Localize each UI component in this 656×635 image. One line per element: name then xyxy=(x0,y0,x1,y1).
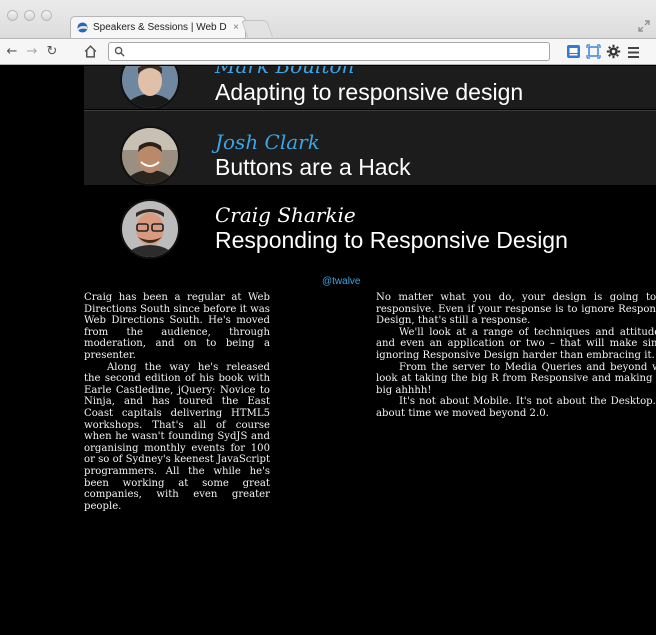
talk-title[interactable]: Responding to Responsive Design xyxy=(215,227,568,254)
speaker-name[interactable]: Craig Sharkie xyxy=(215,203,356,227)
tab-title: Speakers & Sessions | Web D xyxy=(93,22,227,33)
fullscreen-icon[interactable] xyxy=(638,20,650,32)
tab-close-icon[interactable]: × xyxy=(233,22,239,33)
speaker-bio: Craig has been a regular at Web Directio… xyxy=(84,292,270,512)
extension-icon[interactable] xyxy=(566,44,581,59)
favicon-icon xyxy=(77,22,88,33)
forward-arrow-icon[interactable]: → xyxy=(24,43,40,59)
session-description: No matter what you do, your design is go… xyxy=(376,292,656,420)
session-josh-clark[interactable]: Josh Clark Buttons are a Hack xyxy=(84,110,656,185)
bio-paragraph: Craig has been a regular at Web Directio… xyxy=(84,292,270,361)
session-craig-sharkie[interactable]: Craig Sharkie Responding to Responsive D… xyxy=(84,185,656,263)
bio-paragraph: Along the way he's released the second e… xyxy=(84,361,270,512)
menu-icon[interactable] xyxy=(626,45,641,60)
close-window-button[interactable] xyxy=(7,10,18,21)
description-paragraph: It's not about Mobile. It's not about th… xyxy=(376,396,656,419)
speaker-avatar-craig-sharkie xyxy=(122,201,178,257)
speaker-avatar-josh-clark xyxy=(122,128,178,184)
new-tab-button[interactable] xyxy=(240,20,274,37)
home-icon[interactable] xyxy=(83,44,98,59)
settings-gear-icon[interactable] xyxy=(606,44,621,59)
browser-tab[interactable]: Speakers & Sessions | Web D × xyxy=(70,16,246,38)
session-mark-boulton[interactable]: Mark Boulton Adapting to responsive desi… xyxy=(84,66,656,109)
back-arrow-icon[interactable]: ← xyxy=(4,43,20,59)
window-controls xyxy=(7,10,52,21)
responsive-frame-icon[interactable] xyxy=(586,44,601,59)
zoom-window-button[interactable] xyxy=(41,10,52,21)
minimize-window-button[interactable] xyxy=(24,10,35,21)
speaker-name[interactable]: Josh Clark xyxy=(215,130,320,154)
talk-title[interactable]: Buttons are a Hack xyxy=(215,154,411,181)
description-paragraph: From the server to Media Queries and bey… xyxy=(376,361,656,396)
twitter-handle-link[interactable]: @twalve xyxy=(322,276,361,287)
talk-title[interactable]: Adapting to responsive design xyxy=(215,79,523,106)
reload-icon[interactable]: ↻ xyxy=(44,43,60,59)
speaker-avatar-mark-boulton xyxy=(122,66,178,108)
description-paragraph: No matter what you do, your design is go… xyxy=(376,292,656,327)
speaker-name[interactable]: Mark Boulton xyxy=(215,66,354,78)
address-bar[interactable] xyxy=(108,42,550,61)
browser-toolbar: ← → ↻ xyxy=(0,38,656,65)
browser-titlebar: Speakers & Sessions | Web D × xyxy=(0,0,656,38)
description-paragraph: We'll look at a range of techniques and … xyxy=(376,326,656,361)
search-icon xyxy=(114,46,125,57)
